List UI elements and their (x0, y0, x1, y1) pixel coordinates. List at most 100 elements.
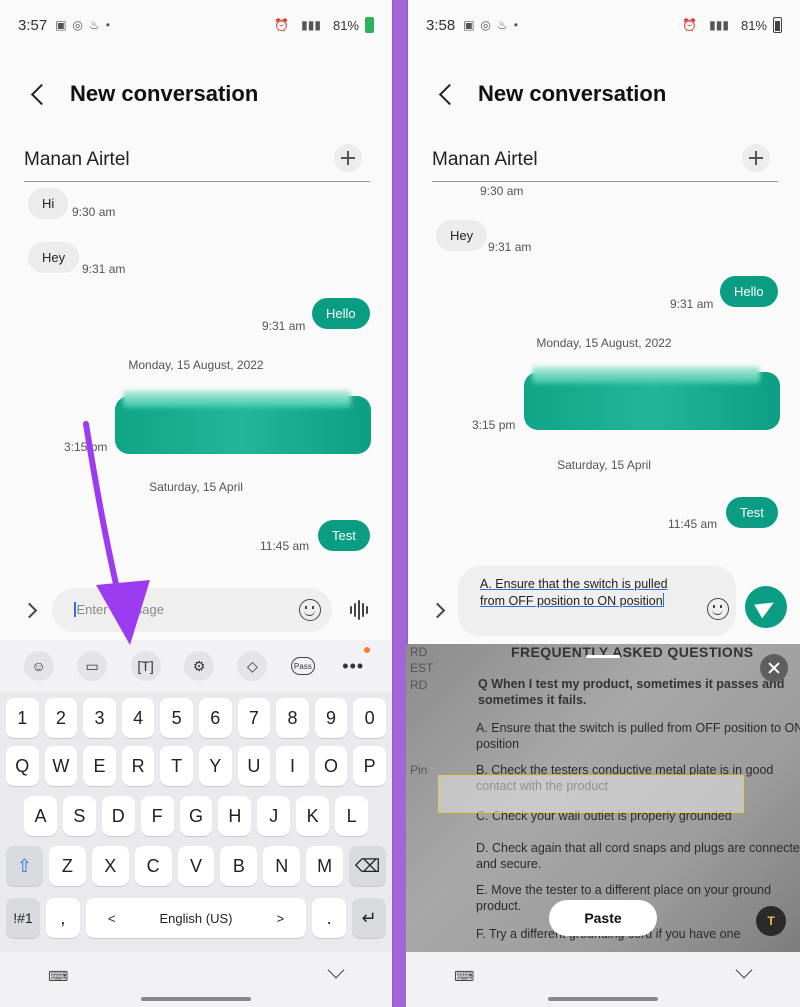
key-4[interactable]: 4 (121, 698, 155, 738)
key-d[interactable]: D (101, 796, 135, 836)
key-s[interactable]: S (62, 796, 96, 836)
key-p[interactable]: P (353, 746, 386, 786)
home-indicator[interactable] (548, 997, 658, 1001)
recipient-field[interactable]: Manan Airtel (432, 138, 778, 182)
key-n[interactable]: N (263, 846, 301, 886)
app-header: New conversation (408, 72, 800, 116)
message-bubble-test[interactable]: Test (318, 520, 370, 551)
key-w[interactable]: W (44, 746, 78, 786)
voice-icon[interactable] (350, 600, 368, 620)
text-extract-icon[interactable]: T (756, 906, 786, 936)
message-input[interactable]: Enter message (52, 588, 332, 632)
key-h[interactable]: H (218, 796, 252, 836)
key-2[interactable]: 2 (44, 698, 78, 738)
keyboard-icon[interactable]: ⌨ (48, 968, 69, 985)
status-time: 3:58 (426, 16, 456, 34)
key-v[interactable]: V (177, 846, 215, 886)
signal-icon: ▮▮▮ (709, 18, 729, 32)
pass-icon[interactable]: Pass (290, 657, 315, 675)
chevron-down-icon[interactable] (330, 966, 344, 980)
key-l[interactable]: L (335, 796, 369, 836)
text-extract-icon[interactable]: [T] (130, 651, 161, 681)
key-e[interactable]: E (83, 746, 116, 786)
space-key[interactable]: < English (US) > (85, 898, 307, 938)
comma-key[interactable]: , (45, 898, 80, 938)
expand-chevron-icon[interactable] (432, 603, 446, 617)
paste-button[interactable]: Paste (549, 900, 657, 936)
back-icon[interactable] (28, 82, 52, 106)
message-bubble-hello[interactable]: Hello (312, 298, 370, 329)
doc-answer[interactable]: A. Ensure that the switch is pulled from… (476, 720, 800, 752)
close-icon[interactable] (760, 654, 788, 682)
clipboard-icon[interactable]: ▭ (77, 651, 108, 681)
symbols-key[interactable]: !#1 (6, 898, 40, 938)
backspace-key[interactable]: ⌫ (349, 846, 387, 886)
key-f[interactable]: F (140, 796, 174, 836)
more-icon[interactable]: ••• (338, 647, 371, 681)
key-7[interactable]: 7 (237, 698, 271, 738)
add-recipient-icon[interactable] (742, 144, 770, 172)
expand-chevron-icon[interactable] (24, 603, 38, 617)
message-bubble-hi[interactable]: Hi (28, 188, 69, 219)
key-z[interactable]: Z (48, 846, 86, 886)
shift-key[interactable]: ⇧ (6, 846, 43, 886)
message-time: 9:31 am (488, 240, 532, 254)
key-m[interactable]: M (306, 846, 344, 886)
key-y[interactable]: Y (198, 746, 232, 786)
back-icon[interactable] (436, 82, 460, 106)
key-r[interactable]: R (121, 746, 155, 786)
keyboard-icon[interactable]: ⌨ (454, 968, 475, 985)
emoji-icon[interactable]: ☺ (23, 651, 54, 681)
period-key[interactable]: . (312, 898, 347, 938)
key-g[interactable]: G (179, 796, 213, 836)
key-3[interactable]: 3 (83, 698, 116, 738)
message-bubble-test[interactable]: Test (726, 497, 778, 528)
doc-margin-text: RD (410, 645, 428, 659)
message-bubble-hey[interactable]: Hey (28, 242, 80, 273)
date-divider: Saturday, 15 April (149, 480, 243, 494)
key-c[interactable]: C (134, 846, 172, 886)
key-1[interactable]: 1 (6, 698, 39, 738)
emoji-icon[interactable] (707, 598, 729, 620)
recipient-field[interactable]: Manan Airtel (24, 138, 370, 182)
key-8[interactable]: 8 (276, 698, 309, 738)
key-b[interactable]: B (220, 846, 258, 886)
enter-key[interactable]: ↵ (352, 898, 386, 938)
message-bubble-hello[interactable]: Hello (720, 276, 778, 307)
message-bubble-hey[interactable]: Hey (436, 220, 488, 251)
keyboard-toolbar: ☺ ▭ [T] ⚙ ◇ Pass ••• (0, 640, 392, 692)
key-6[interactable]: 6 (198, 698, 232, 738)
text-selection-box[interactable] (438, 775, 744, 813)
message-time: 9:30 am (72, 205, 116, 219)
add-recipient-icon[interactable] (334, 144, 362, 172)
key-k[interactable]: K (296, 796, 330, 836)
key-9[interactable]: 9 (314, 698, 348, 738)
battery-percent: 81% (332, 17, 359, 33)
key-o[interactable]: O (314, 746, 348, 786)
doc-answer[interactable]: D. Check again that all cord snaps and p… (476, 840, 800, 872)
doc-margin-text: RD (410, 678, 428, 692)
doc-question[interactable]: Q When I test my product, sometimes it p… (478, 676, 800, 708)
page: 3:57 ▣ ◎ ♨ • ⏰ ▮▮▮ 81% New conversation … (0, 0, 800, 1007)
one-hand-icon[interactable]: ◇ (237, 651, 268, 681)
message-input[interactable]: A. Ensure that the switch is pulled from… (458, 566, 736, 636)
key-t[interactable]: T (160, 746, 193, 786)
emoji-icon[interactable] (299, 599, 321, 621)
key-q[interactable]: Q (6, 746, 39, 786)
key-i[interactable]: I (276, 746, 309, 786)
blurred-message[interactable] (115, 390, 371, 454)
key-x[interactable]: X (91, 846, 129, 886)
blurred-message[interactable] (524, 366, 780, 430)
key-5[interactable]: 5 (160, 698, 193, 738)
drag-handle[interactable] (586, 655, 620, 658)
chevron-down-icon[interactable] (738, 966, 752, 980)
home-indicator[interactable] (141, 997, 251, 1001)
key-0[interactable]: 0 (353, 698, 386, 738)
settings-icon[interactable]: ⚙ (183, 651, 214, 681)
send-icon[interactable] (745, 586, 787, 628)
notification-icon: ♨ (89, 18, 100, 32)
key-a[interactable]: A (24, 796, 57, 836)
instagram-icon: ◎ (480, 18, 492, 32)
key-u[interactable]: U (237, 746, 271, 786)
key-j[interactable]: J (257, 796, 291, 836)
